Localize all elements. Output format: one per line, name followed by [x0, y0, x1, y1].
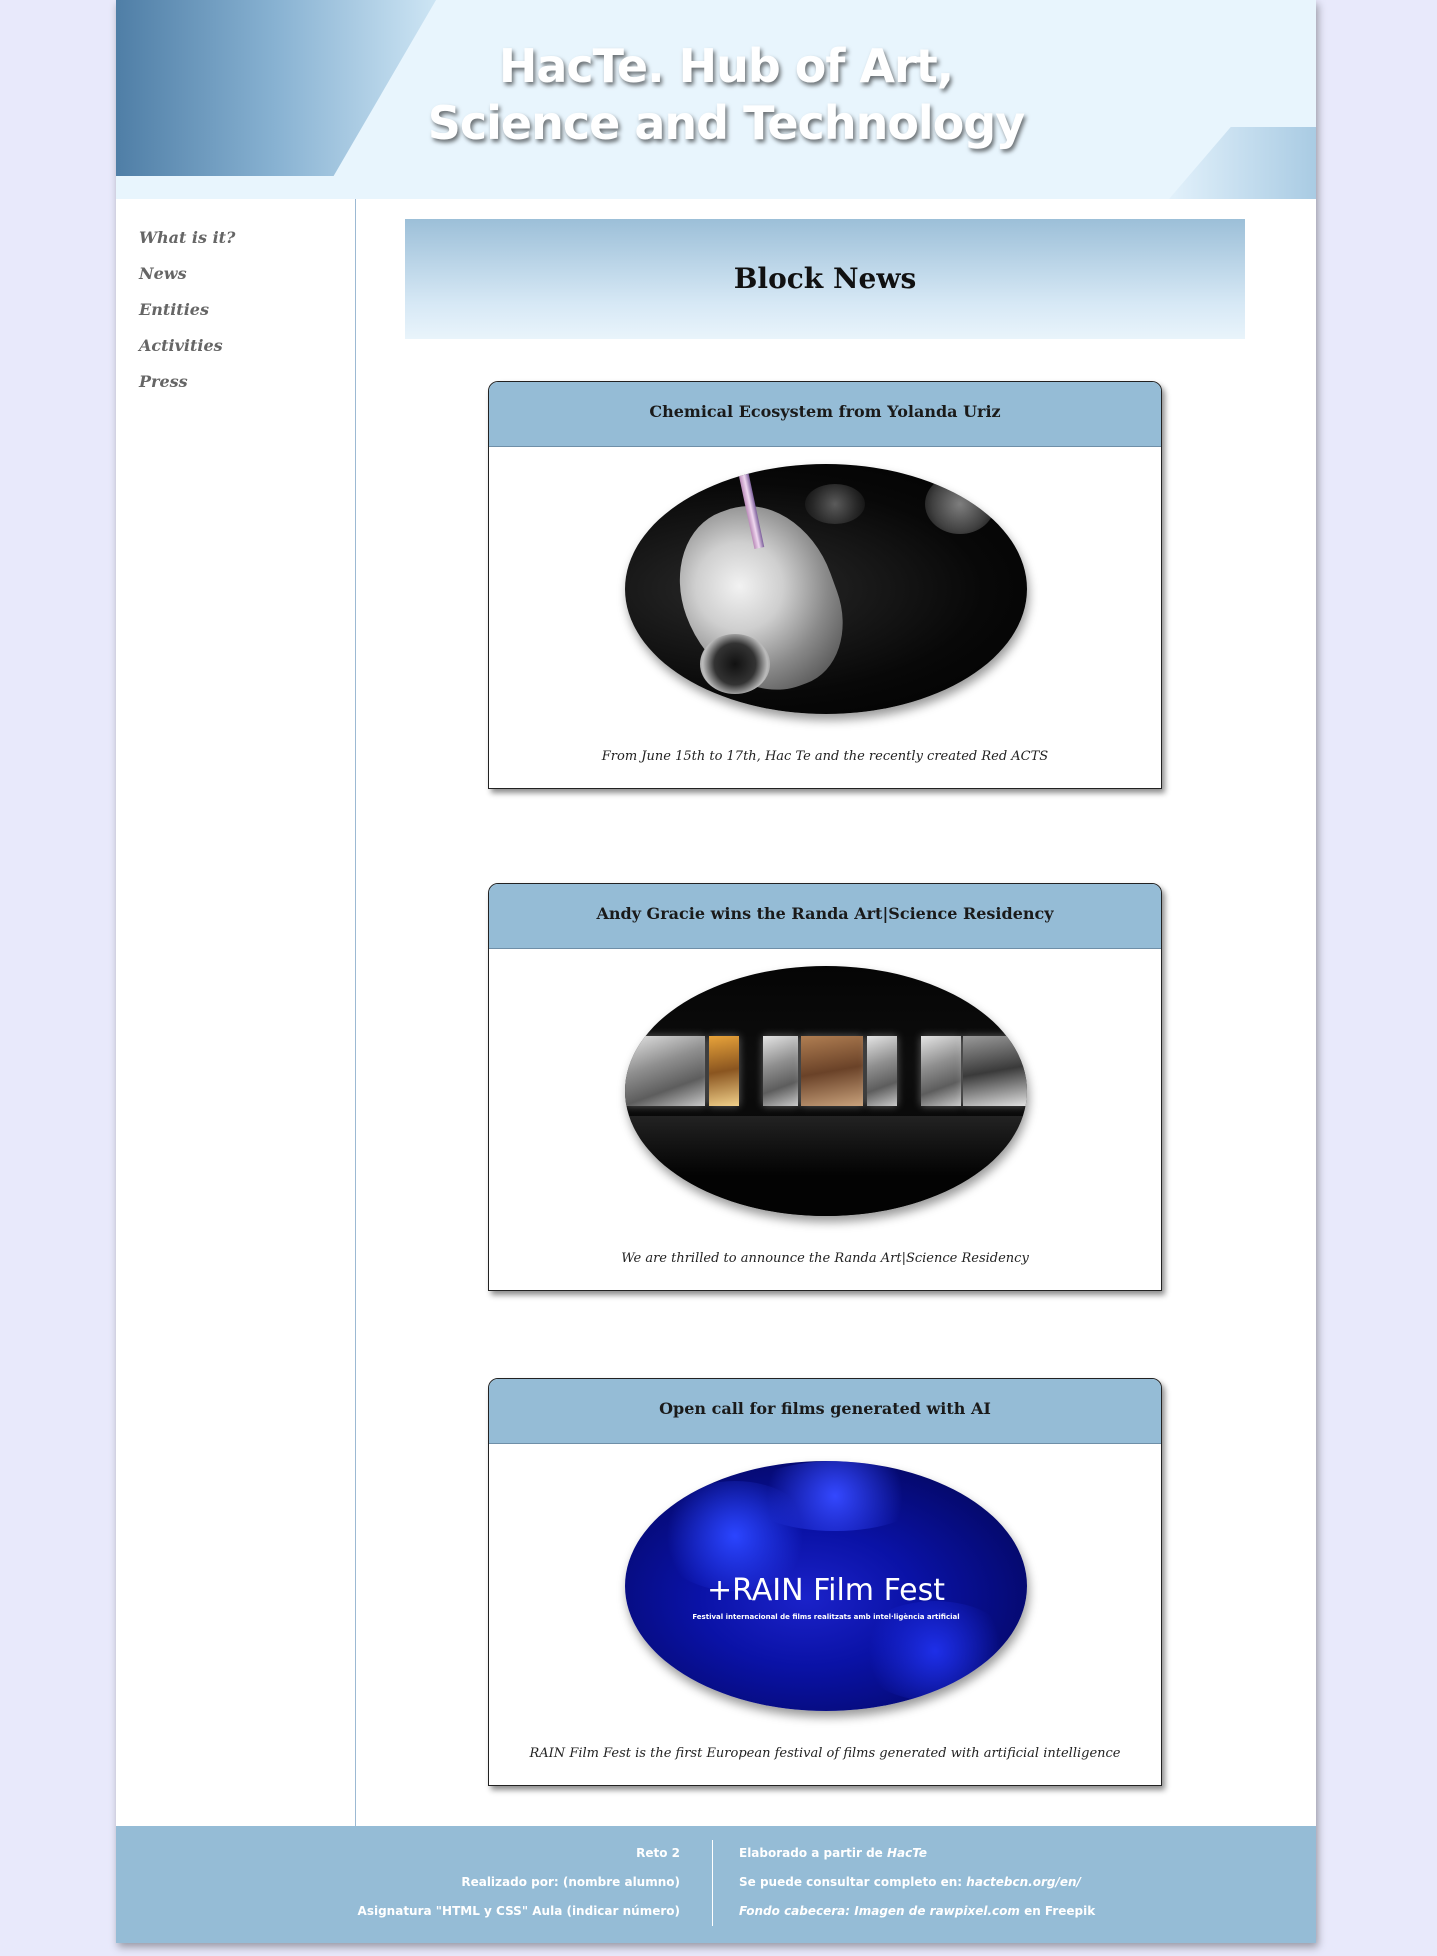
image-detail: [763, 1036, 798, 1106]
footer-course: Asignatura "HTML y CSS" Aula (indicar nú…: [357, 1904, 680, 1918]
nav-item-news[interactable]: News: [139, 263, 235, 299]
sidebar-nav: What is it? News Entities Activities Pre…: [139, 227, 235, 407]
card-title: Chemical Ecosystem from Yolanda Uriz: [489, 382, 1161, 447]
image-detail: [801, 1036, 863, 1106]
sidebar: What is it? News Entities Activities Pre…: [116, 199, 356, 1826]
footer-source-line: Elaborado a partir de HacTe: [739, 1843, 1095, 1872]
image-detail: [625, 1036, 705, 1106]
card-image-glass-sculpture: [625, 464, 1027, 714]
card-caption: From June 15th to 17th, Hac Te and the r…: [601, 749, 1049, 764]
nav-item-what-is-it[interactable]: What is it?: [139, 227, 235, 263]
image-detail: [745, 1461, 925, 1531]
footer-divider: [712, 1840, 713, 1926]
card-title: Andy Gracie wins the Randa Art|Science R…: [489, 884, 1161, 949]
nav-item-activities[interactable]: Activities: [139, 335, 235, 371]
nav-item-entities[interactable]: Entities: [139, 299, 235, 335]
image-detail: [921, 1036, 961, 1106]
card-caption: RAIN Film Fest is the first European fes…: [529, 1746, 1121, 1761]
site-title: HacTe. Hub of Art, Science and Technolog…: [427, 39, 1025, 150]
site-header: HacTe. Hub of Art, Science and Technolog…: [116, 0, 1316, 199]
image-detail: [963, 1036, 1027, 1106]
footer-background-credit: Fondo cabecera: Imagen de rawpixel.com e…: [739, 1901, 1095, 1930]
footer-reto: Reto 2: [636, 1846, 680, 1860]
footer-consult-line: Se puede consultar completo en: hactebcn…: [739, 1872, 1095, 1901]
news-card-ai-films[interactable]: Open call for films generated with AI +R…: [488, 1378, 1162, 1786]
footer-consult-link[interactable]: hactebcn.org/en/: [966, 1875, 1081, 1889]
footer-author: Realizado por: (nombre alumno): [461, 1875, 680, 1889]
card-caption: We are thrilled to announce the Randa Ar…: [621, 1251, 1029, 1266]
site-footer: Reto 2 Realizado por: (nombre alumno) As…: [116, 1826, 1316, 1943]
rain-logo-subtext: Festival internacional de films realitza…: [692, 1613, 960, 1621]
footer-sources: Elaborado a partir de HacTe Se puede con…: [739, 1826, 1095, 1930]
image-detail: [700, 634, 770, 694]
footer-background-link[interactable]: Fondo cabecera: Imagen de rawpixel.com: [739, 1904, 1020, 1918]
footer-background-suffix: en Freepik: [1019, 1904, 1096, 1918]
image-detail: [709, 1036, 739, 1106]
page: HacTe. Hub of Art, Science and Technolog…: [116, 0, 1316, 1943]
header-decoration-right: [1169, 127, 1316, 199]
image-detail: [867, 1036, 897, 1106]
image-detail: [805, 484, 865, 524]
footer-source-prefix: Elaborado a partir de: [739, 1846, 888, 1860]
card-title: Open call for films generated with AI: [489, 1379, 1161, 1444]
card-image-rain-film-fest: +RAIN Film Fest Festival internacional d…: [625, 1461, 1027, 1711]
footer-consult-prefix: Se puede consultar completo en:: [739, 1875, 967, 1889]
news-card-andy-gracie[interactable]: Andy Gracie wins the Randa Art|Science R…: [488, 883, 1162, 1291]
footer-credits: Reto 2 Realizado por: (nombre alumno) As…: [116, 1826, 712, 1943]
image-detail: [925, 474, 995, 534]
image-detail: [625, 1116, 1027, 1216]
card-image-gallery-screens: [625, 966, 1027, 1216]
main-content: Block News Chemical Ecosystem from Yolan…: [356, 199, 1316, 1826]
nav-item-press[interactable]: Press: [139, 371, 235, 407]
news-card-chemical-ecosystem[interactable]: Chemical Ecosystem from Yolanda Uriz Fro…: [488, 381, 1162, 789]
block-news-title: Block News: [405, 219, 1245, 339]
footer-source-link[interactable]: HacTe: [887, 1846, 927, 1860]
rain-logo-text: +RAIN Film Fest: [706, 1573, 946, 1608]
